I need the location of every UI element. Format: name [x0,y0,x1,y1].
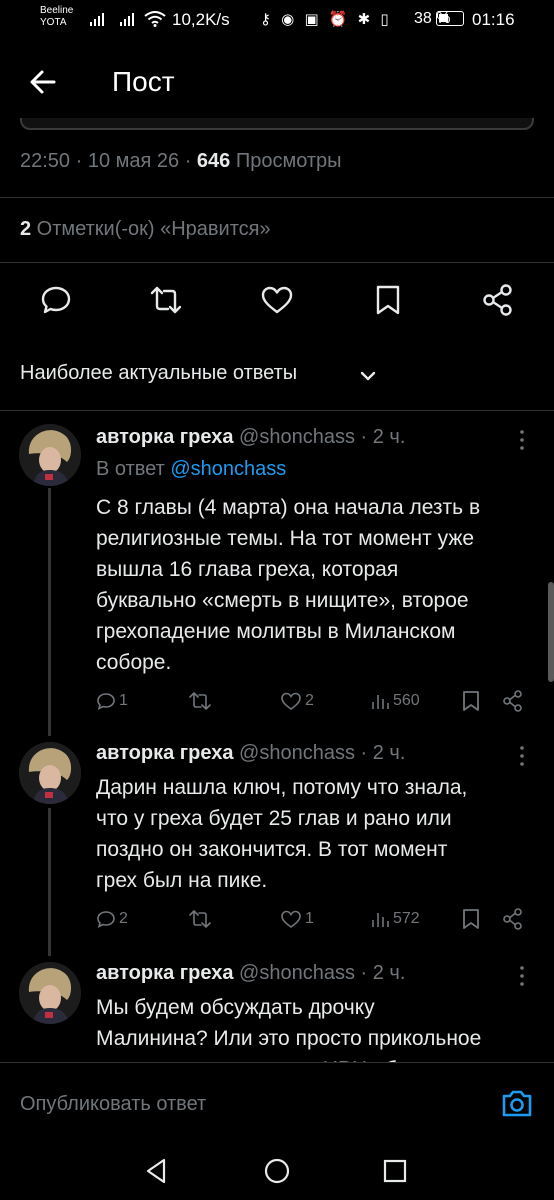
views-button[interactable]: 572 [370,906,420,932]
nfc-icon: ▣ [304,11,322,28]
recents-square-icon[interactable] [380,1156,410,1186]
like-icon [281,692,301,710]
author-handle-time: @shonchass · 2 ч. [233,962,406,984]
like-count: 1 [305,910,314,927]
signal-icon [90,12,104,26]
reply-count: 2 [119,910,128,927]
retweet-icon [189,910,211,928]
avatar[interactable] [19,742,81,804]
wifi-icon [144,11,166,27]
share-icon[interactable] [502,906,524,932]
top-app-bar: Пост [0,40,554,124]
sort-replies-label[interactable]: Наиболее актуальные ответы [20,362,297,385]
chevron-down-icon[interactable] [358,366,378,386]
reply-stats: 2 1 572 [0,906,554,932]
reply-to-line: В ответ @shonchass [96,458,286,481]
tweet-meta: 22:50 · 10 мая 26 · 646 Просмотры [20,150,342,173]
media-preview-edge[interactable] [20,118,534,130]
reply-to-prefix: В ответ [96,458,171,480]
avatar[interactable] [19,962,81,1024]
reply-count-button[interactable]: 2 [96,906,128,932]
like-count: 2 [305,692,314,709]
share-icon[interactable] [480,282,516,318]
vibrate-icon: ▯ [380,11,392,28]
likes-label: Отметки(-ок) «Нравится» [31,218,271,240]
compose-reply-bar[interactable]: Опубликовать ответ [0,1062,554,1146]
author-handle-time: @shonchass · 2 ч. [233,426,406,448]
scrollbar[interactable] [548,582,554,682]
divider [0,262,554,263]
bluetooth-icon: ✱ [357,11,374,28]
like-icon[interactable] [259,282,295,318]
reply-count: 1 [119,692,128,709]
alarm-icon: ⏰ [328,11,351,28]
status-bar: Beeline YOTA 10,2K/s ⚷ ◉ ▣ ⏰ ✱ ▯ 38 % 01… [0,0,554,40]
carrier-1: Beeline [40,5,74,16]
more-options-icon[interactable] [514,744,530,768]
author-handle-time: @shonchass · 2 ч. [233,742,406,764]
reply-text: Мы будем обсуждать дрочку Малинина? Или … [96,996,482,1062]
reply-count-button[interactable]: 1 [96,688,128,714]
divider [0,410,554,411]
like-button[interactable]: 2 [280,688,314,714]
share-icon[interactable] [502,688,524,714]
compose-reply-input[interactable]: Опубликовать ответ [20,1093,206,1116]
clock: 01:16 [472,10,515,29]
divider [0,197,554,198]
signal-icon [120,12,134,26]
bookmark-icon[interactable] [370,282,406,318]
battery-icon [436,11,464,26]
views-count: 560 [393,692,420,709]
more-options-icon[interactable] [514,428,530,452]
home-circle-icon[interactable] [262,1156,292,1186]
back-arrow-icon[interactable] [22,60,66,104]
analytics-icon [372,695,389,709]
carrier-names: Beeline YOTA [40,5,73,29]
analytics-icon [372,913,389,927]
likes-count: 2 [20,218,32,240]
reply-icon [97,693,115,711]
author-name[interactable]: авторка греха [96,962,233,984]
author-name[interactable]: авторка греха [96,426,233,448]
views-label: Просмотры [230,150,342,172]
reply-icon [97,911,115,929]
author-name[interactable]: авторка греха [96,742,233,764]
status-icons: ⚷ ◉ ▣ ⏰ ✱ ▯ [260,10,392,28]
reply-to-handle[interactable]: @shonchass [170,458,286,480]
reply-icon[interactable] [38,282,74,318]
bookmark-icon[interactable] [460,688,482,714]
system-navigation-bar [0,1146,554,1200]
retweet-button[interactable] [188,906,215,932]
eye-icon: ◉ [281,11,298,28]
carrier-2: YOTA [40,17,67,28]
like-icon [281,910,301,928]
reply-item[interactable]: авторка греха @shonchass · 2 ч. Мы будем… [0,962,554,1062]
views-button[interactable]: 560 [370,688,420,714]
views-count: 572 [393,910,420,927]
network-speed: 10,2K/s [172,10,230,29]
reply-text: Дарин нашла ключ, потому что знала, что … [96,776,468,892]
more-options-icon[interactable] [514,964,530,988]
reply-text: С 8 главы (4 марта) она начала лезть в р… [96,496,481,674]
bookmark-icon[interactable] [460,906,482,932]
back-triangle-icon[interactable] [142,1156,172,1186]
retweet-button[interactable] [188,688,215,714]
avatar[interactable] [19,424,81,486]
thread-line [48,808,51,956]
tweet-actions [0,282,554,318]
likes-line[interactable]: 2 Отметки(-ок) «Нравится» [20,218,271,241]
retweet-icon [189,692,211,710]
reply-header: авторка греха @shonchass · 2 ч. [96,962,405,985]
reply-header: авторка греха @shonchass · 2 ч. [96,742,405,765]
page-title: Пост [112,66,175,97]
reply-stats: 1 2 560 [0,688,554,714]
tweet-timestamp: 22:50 · 10 мая 26 · [20,150,197,172]
camera-icon[interactable] [500,1087,534,1119]
key-icon: ⚷ [260,11,274,28]
reply-header: авторка греха @shonchass · 2 ч. [96,426,405,449]
like-button[interactable]: 1 [280,906,314,932]
views-count: 646 [196,150,231,172]
retweet-icon[interactable] [148,282,184,318]
